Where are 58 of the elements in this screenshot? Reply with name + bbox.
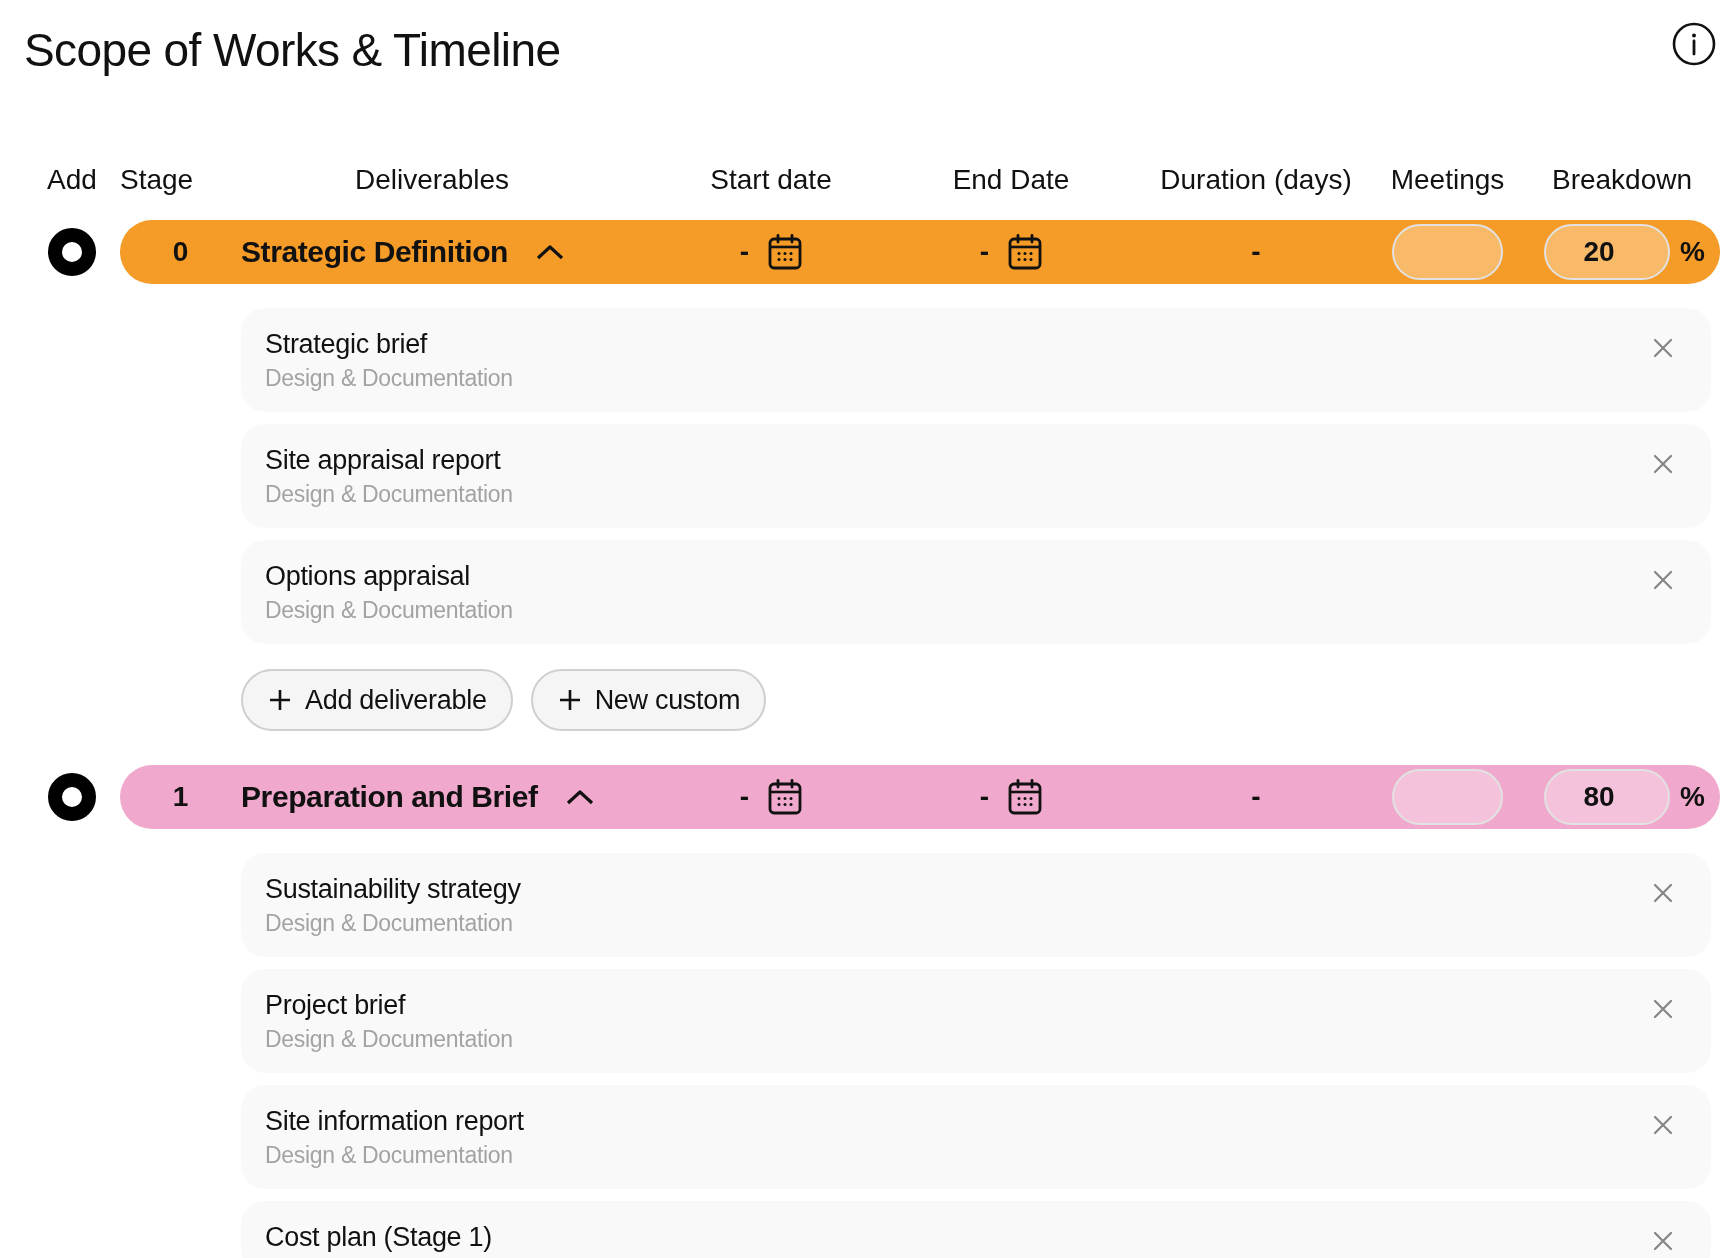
deliverable-title: Project brief [265, 989, 407, 1021]
deliverable-category: Design & Documentation [265, 364, 513, 392]
deliverable-category: Design & Documentation [265, 1025, 513, 1053]
column-header: Start date [710, 164, 832, 195]
deliverable-title: Site appraisal report [265, 444, 502, 476]
meetings-field[interactable] [1392, 224, 1503, 280]
close-icon[interactable] [1653, 338, 1673, 358]
plus-icon [558, 689, 581, 711]
column-header: Stage [120, 164, 194, 195]
stage-number: 1 [172, 780, 189, 814]
start-date-value: - [739, 780, 750, 814]
column-header: Meetings [1390, 164, 1505, 195]
calendar-icon[interactable] [768, 234, 803, 270]
deliverable-title: Cost plan (Stage 1) [265, 1221, 492, 1253]
close-icon[interactable] [1653, 1115, 1673, 1135]
deliverable-category: Design & Documentation [265, 1141, 514, 1169]
percent-label: % [1680, 780, 1705, 814]
percent-label: % [1680, 235, 1705, 269]
column-header: Add [46, 163, 98, 197]
breakdown-field[interactable]: 80 [1544, 769, 1670, 825]
meetings-field[interactable] [1392, 769, 1503, 825]
deliverable-category: Design & Documentation [265, 480, 513, 508]
add-deliverable-button[interactable]: Add deliverable [241, 669, 513, 731]
stage-name: Preparation and Brief [241, 780, 538, 814]
duration-value: - [1251, 780, 1261, 814]
calendar-icon[interactable] [1008, 234, 1043, 270]
deliverable-category: Design & Documentation [265, 596, 513, 624]
close-icon[interactable] [1653, 454, 1673, 474]
ring-icon[interactable] [48, 773, 96, 821]
close-icon[interactable] [1653, 883, 1673, 903]
deliverable-title: Options appraisal [265, 560, 472, 592]
stage-number: 0 [172, 235, 189, 269]
page-title: Scope of Works & Timeline [24, 23, 561, 78]
end-date-value: - [979, 780, 990, 814]
deliverable-title: Sustainability strategy [265, 873, 521, 905]
deliverable-title: Site information report [265, 1105, 524, 1137]
chevron-up-icon[interactable] [536, 244, 565, 260]
calendar-icon[interactable] [1008, 779, 1043, 815]
start-date-value: - [739, 235, 750, 269]
duration-value: - [1251, 235, 1261, 269]
plus-icon [269, 689, 291, 711]
column-header: Deliverables [354, 164, 510, 195]
deliverable-category: Design & Documentation [265, 909, 514, 937]
deliverable-title: Strategic brief [265, 328, 429, 360]
stage-name: Strategic Definition [241, 235, 509, 269]
close-icon[interactable] [1653, 999, 1673, 1019]
end-date-value: - [979, 235, 990, 269]
new-custom-button[interactable]: New custom [530, 669, 767, 731]
ring-icon[interactable] [48, 228, 96, 276]
breakdown-field[interactable]: 20 [1544, 224, 1670, 280]
column-header: Breakdown [1551, 164, 1693, 195]
column-header: End Date [952, 164, 1070, 195]
chevron-up-icon[interactable] [565, 789, 594, 805]
column-header: Duration (days) [1160, 164, 1352, 195]
close-icon[interactable] [1653, 570, 1673, 590]
close-icon[interactable] [1653, 1231, 1673, 1251]
info-icon[interactable] [1672, 22, 1716, 66]
calendar-icon[interactable] [768, 779, 803, 815]
